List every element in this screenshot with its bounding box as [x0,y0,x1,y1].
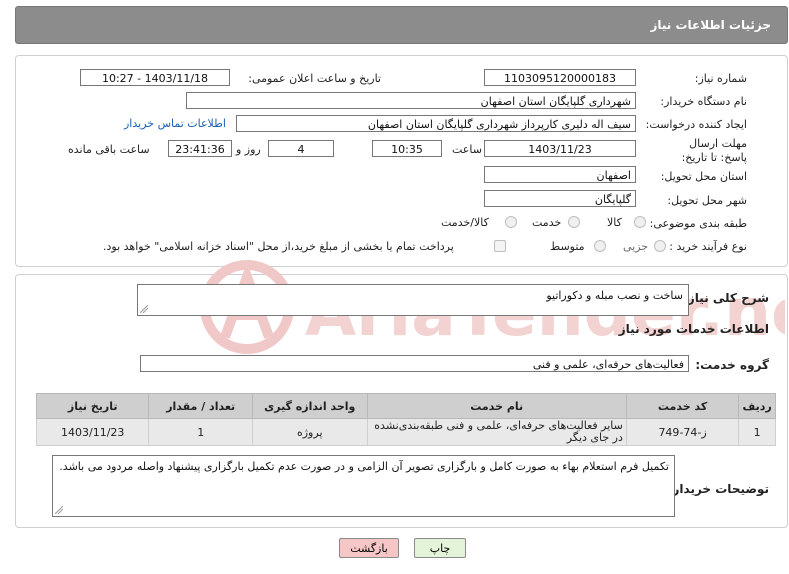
buyer-notes-field[interactable]: تکمیل فرم استعلام بهاء به صورت کامل و با… [52,455,675,517]
service-group-label: گروه خدمت: [695,358,769,372]
days-remaining-field[interactable]: 4 [268,140,334,157]
buyer-notes-text: تکمیل فرم استعلام بهاء به صورت کامل و با… [59,460,669,473]
remaining-time-label: ساعت باقی مانده [68,143,150,156]
cell-service-name: سایر فعالیت‌های حرفه‌ای، علمی و فنی طبقه… [366,418,627,446]
requester-field[interactable]: سیف اله دلیری کارپرداز شهرداری گلپایگان … [236,115,636,132]
buyer-notes-label: توضیحات خریدار: [667,482,769,496]
category-service-label: خدمت [532,216,562,229]
services-info-heading: اطلاعات خدمات مورد نیاز [618,322,769,336]
resize-handle-icon[interactable] [140,305,148,313]
cell-row-number: 1 [738,418,776,446]
purchase-type-label: نوع فرآیند خرید : [669,240,747,253]
deadline-time-label: ساعت [452,143,482,156]
cell-service-code: ز-74-749 [625,418,740,446]
purchase-minor-label: جزیی [623,240,649,253]
need-number-field[interactable]: 1103095120000183 [484,69,636,86]
page-title: جزئیات اطلاعات نیاز [650,18,771,32]
need-details-panel [15,55,788,267]
category-service-radio[interactable] [568,216,580,228]
general-description-label: شرح کلی نیاز: [683,291,769,305]
col-row-number: ردیف [738,393,776,419]
announce-datetime-label: تاریخ و ساعت اعلان عمومی: [248,72,381,85]
col-service-name: نام خدمت [366,393,627,419]
buyer-org-field[interactable]: شهرداری گلپایگان استان اصفهان [186,92,636,109]
category-goods-service-radio[interactable] [505,216,517,228]
requester-label: ایجاد کننده درخواست: [645,118,747,131]
general-description-text: ساخت و نصب مبله و دکوراتیو [546,289,683,302]
buyer-contact-link[interactable]: اطلاعات تماس خریدار [124,117,226,130]
city-field[interactable]: گلپایگان [484,190,636,207]
purchase-medium-label: متوسط [550,240,585,253]
category-goods-label: کالا [607,216,622,229]
city-label: شهر محل تحویل: [667,194,747,207]
cell-unit: پروژه [251,418,368,446]
table-header-row: ردیف کد خدمت نام خدمت واحد اندازه گیری ت… [35,393,776,419]
print-button[interactable]: چاپ [414,538,466,558]
category-label: طبقه بندی موضوعی: [649,217,747,230]
purchase-medium-radio[interactable] [594,240,606,252]
table-row[interactable]: 1 ز-74-749 سایر فعالیت‌های حرفه‌ای، علمی… [35,418,776,446]
general-description-field[interactable]: ساخت و نصب مبله و دکوراتیو [137,284,689,316]
back-button[interactable]: بازگشت [339,538,399,558]
col-service-code: کد خدمت [625,393,740,419]
need-number-label: شماره نیاز: [694,72,747,85]
col-unit: واحد اندازه گیری [251,393,368,419]
purchase-minor-radio[interactable] [654,240,666,252]
services-table: ردیف کد خدمت نام خدمت واحد اندازه گیری ت… [35,393,776,446]
category-goods-service-label: کالا/خدمت [441,216,489,229]
category-goods-radio[interactable] [634,216,646,228]
province-label: استان محل تحویل: [660,170,747,183]
resize-handle-icon[interactable] [55,506,63,514]
service-group-field[interactable]: فعالیت‌های حرفه‌ای، علمی و فنی [140,355,689,372]
days-label: روز و [236,143,261,156]
province-field[interactable]: اصفهان [484,166,636,183]
page-header: جزئیات اطلاعات نیاز [15,6,788,44]
announce-datetime-field[interactable]: 1403/11/18 - 10:27 [80,69,230,86]
treasury-payment-checkbox[interactable] [494,240,506,252]
deadline-date-field[interactable]: 1403/11/23 [484,140,636,157]
cell-need-date: 1403/11/23 [35,418,150,446]
col-quantity: تعداد / مقدار [148,393,253,419]
remaining-time-field[interactable]: 23:41:36 [168,140,232,157]
col-need-date: تاریخ نیاز [35,393,150,419]
deadline-label: مهلت ارسال پاسخ: تا تاریخ: [681,137,747,164]
treasury-payment-note: پرداخت تمام یا بخشی از مبلغ خرید،از محل … [103,240,454,253]
deadline-time-field[interactable]: 10:35 [372,140,442,157]
cell-quantity: 1 [148,418,253,446]
buyer-org-label: نام دستگاه خریدار: [660,95,747,108]
